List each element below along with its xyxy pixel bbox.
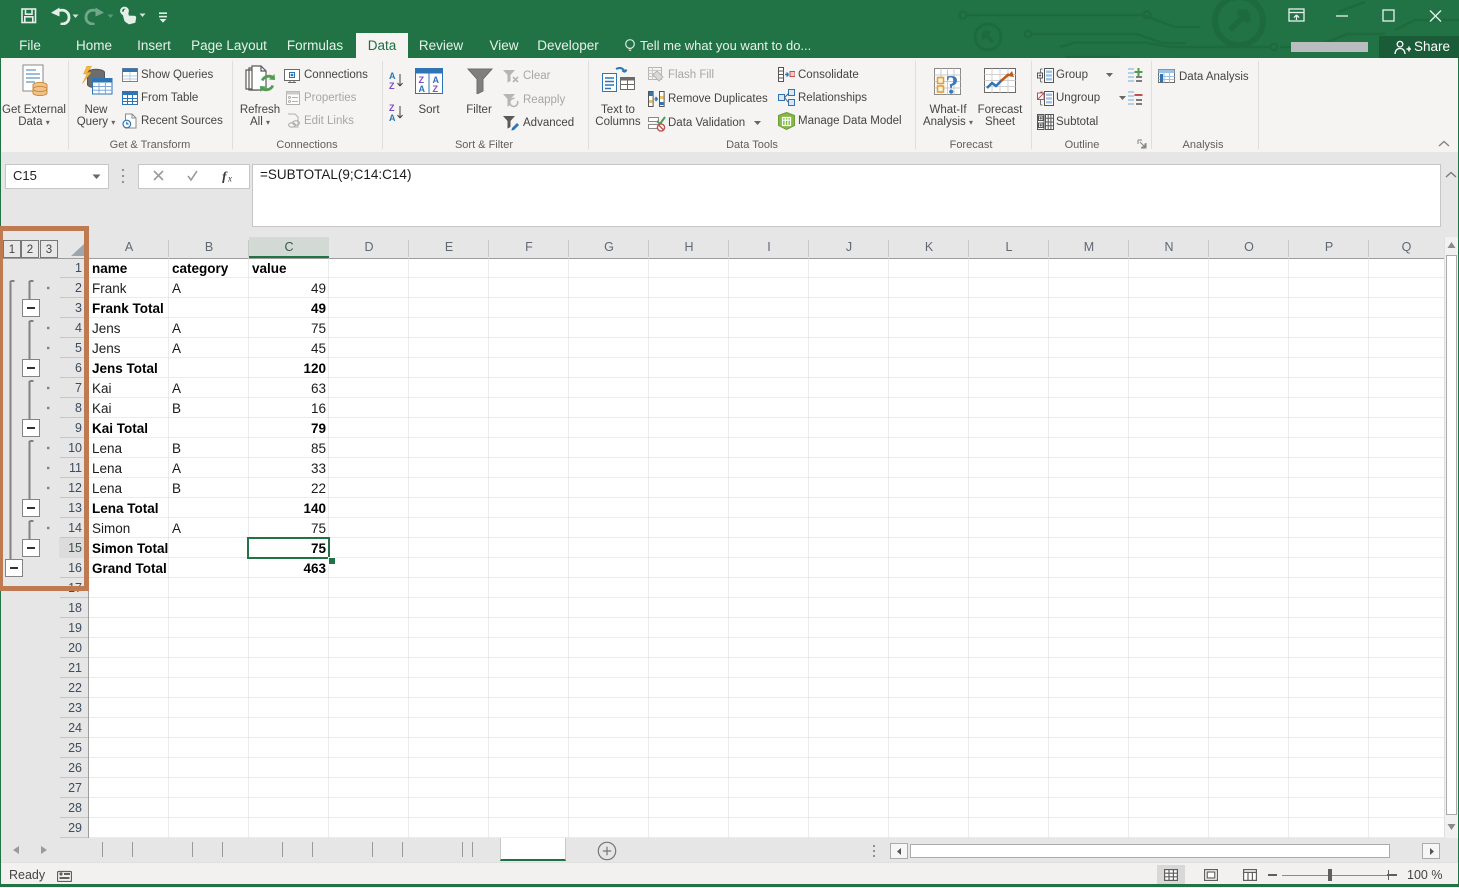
svg-text:?: ? — [946, 71, 959, 98]
svg-text:x: x — [227, 174, 232, 184]
svg-text:Z: Z — [389, 103, 395, 113]
svg-text:A: A — [389, 71, 396, 81]
svg-text:A: A — [419, 84, 426, 94]
svg-text:A: A — [389, 113, 396, 122]
svg-text:Z: Z — [433, 84, 439, 94]
svg-text:Z: Z — [389, 81, 395, 90]
